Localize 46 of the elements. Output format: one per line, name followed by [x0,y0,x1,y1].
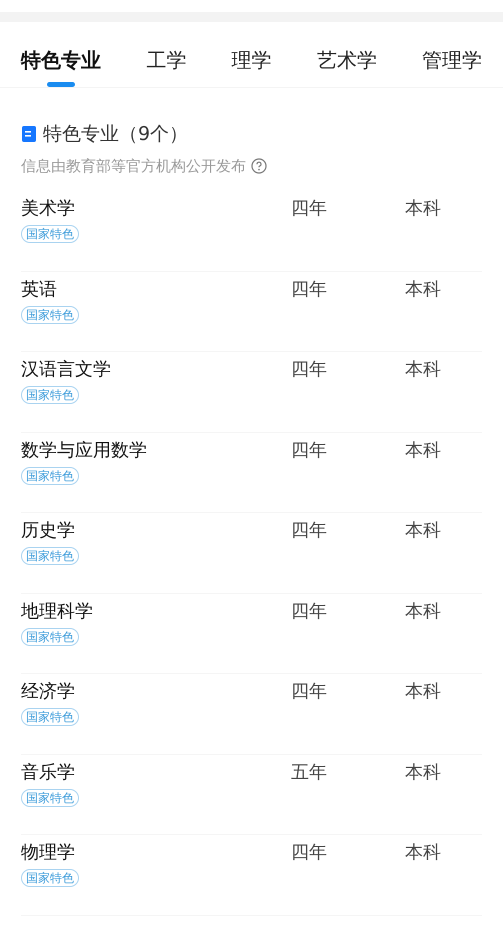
degree-level: 本科 [405,519,441,543]
major-name: 历史学 [21,519,76,543]
degree-level: 本科 [405,760,441,784]
study-duration: 四年 [291,600,328,624]
major-name: 汉语言文学 [21,358,112,382]
study-duration: 四年 [291,438,328,462]
degree-level: 本科 [405,358,441,382]
study-duration: 四年 [291,680,328,704]
major-name: 物理学 [21,841,76,865]
national-feature-tag: 国家特色 [21,306,79,324]
national-feature-tag: 国家特色 [21,466,79,484]
national-feature-tag: 国家特色 [21,386,79,404]
category-tab[interactable]: 艺术学 [316,46,377,74]
national-feature-tag: 国家特色 [21,225,79,243]
study-duration: 四年 [291,841,328,865]
category-tab[interactable]: 特色专业 [21,46,101,87]
study-duration: 五年 [291,760,328,784]
degree-level: 本科 [405,438,441,462]
degree-level: 本科 [405,841,441,865]
document-icon [21,125,37,144]
section-title: 特色专业（9个） [43,122,188,147]
study-duration: 四年 [291,519,328,543]
degree-level: 本科 [405,278,441,302]
major-name: 美术学 [21,197,76,221]
degree-level: 本科 [405,197,441,221]
major-name: 英语 [21,278,58,302]
national-feature-tag: 国家特色 [21,628,79,646]
major-name: 数学与应用数学 [21,438,148,462]
major-name: 音乐学 [21,760,76,784]
category-tab[interactable]: 管理学 [422,46,482,74]
active-tab-indicator [47,82,75,87]
national-feature-tag: 国家特色 [21,708,79,726]
category-tab[interactable]: 工学 [146,46,186,74]
study-duration: 四年 [291,278,328,302]
major-name: 地理科学 [21,600,94,624]
degree-level: 本科 [405,680,441,704]
study-duration: 四年 [291,197,328,221]
source-note: 信息由教育部等官方机构公开发布 [21,156,246,176]
national-feature-tag: 国家特色 [21,547,79,565]
national-feature-tag: 国家特色 [21,869,79,887]
degree-level: 本科 [405,600,441,624]
category-tab[interactable]: 理学 [232,46,272,74]
major-name: 经济学 [21,680,76,704]
help-icon[interactable] [251,158,267,174]
national-feature-tag: 国家特色 [21,788,79,806]
study-duration: 四年 [291,358,328,382]
